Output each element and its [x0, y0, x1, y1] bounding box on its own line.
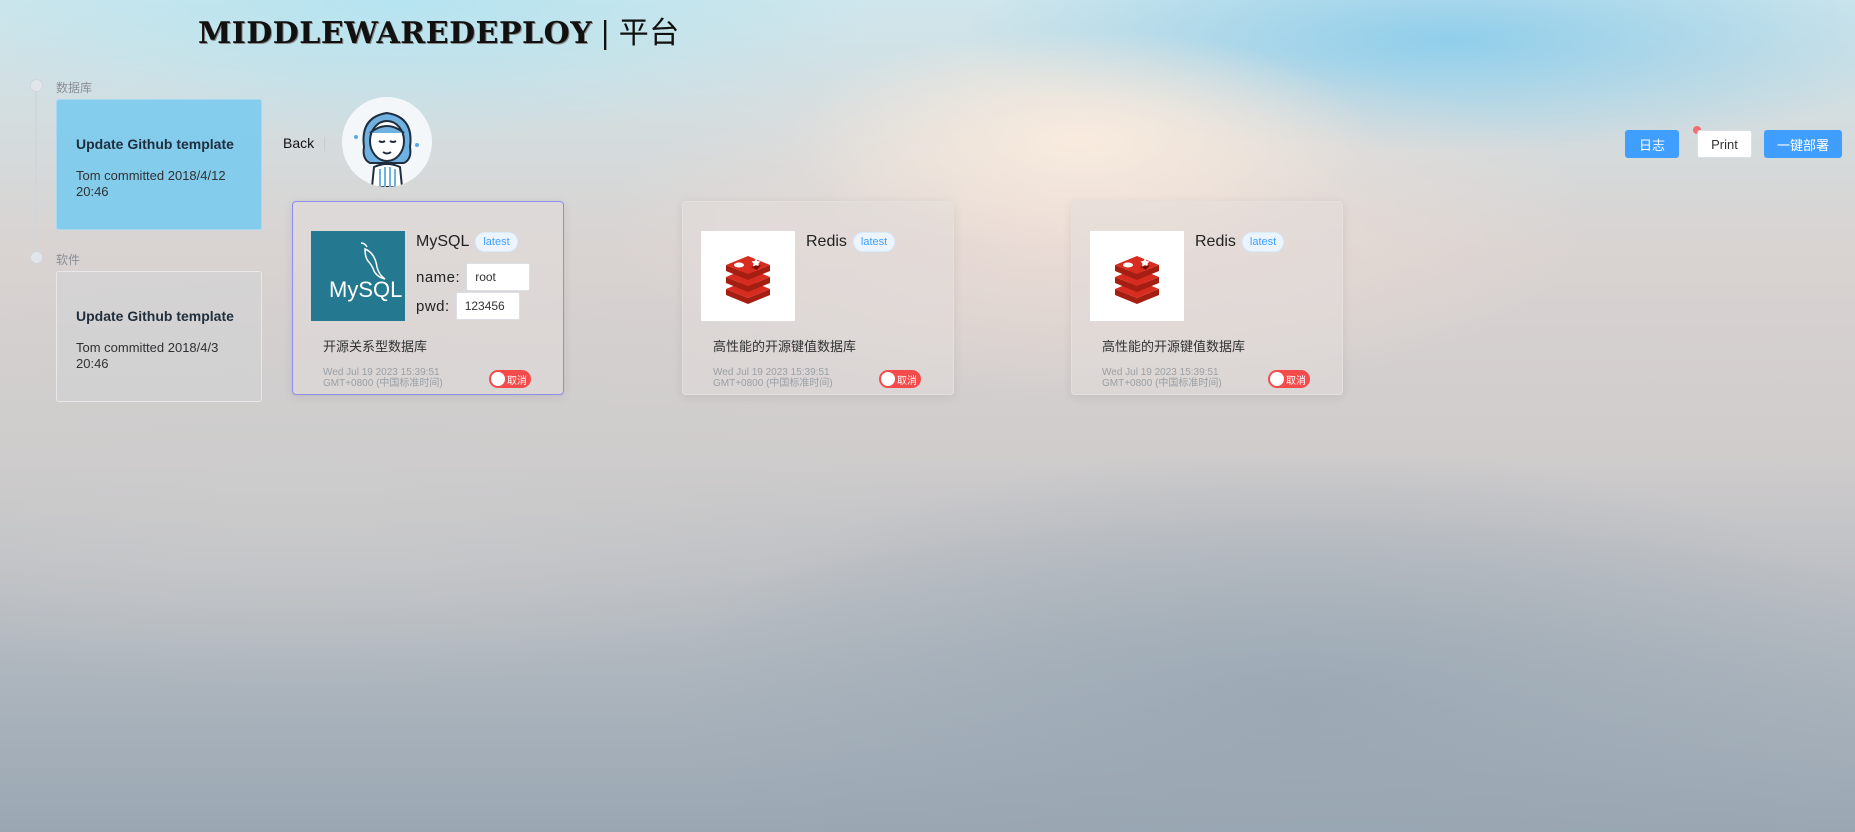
toggle-knob	[881, 372, 895, 386]
one-click-deploy-button[interactable]: 一键部署	[1764, 130, 1842, 158]
toggle-knob	[491, 372, 505, 386]
cancel-toggle[interactable]: 取消	[1268, 370, 1310, 388]
pwd-field-row: pwd:	[416, 292, 520, 320]
service-name: MySQL	[416, 233, 470, 250]
cancel-toggle[interactable]: 取消	[489, 370, 531, 388]
pwd-label: pwd:	[416, 297, 450, 315]
name-input[interactable]	[466, 263, 531, 291]
toggle-label: 取消	[507, 375, 527, 387]
log-button[interactable]: 日志	[1625, 130, 1679, 158]
service-title: Redis latest	[806, 232, 896, 252]
brand-separator: |	[600, 16, 611, 51]
cancel-toggle[interactable]: 取消	[879, 370, 921, 388]
service-card-redis[interactable]: Redis latest 高性能的开源键值数据库 Wed Jul 19 2023…	[1071, 201, 1343, 395]
mysql-logo-text: MySQL	[329, 277, 402, 302]
timeline-card-title: Update Github template	[76, 308, 234, 324]
back-button[interactable]: Back	[283, 135, 314, 151]
timeline-card-title: Update Github template	[76, 136, 234, 152]
version-tag: latest	[1241, 232, 1285, 252]
redis-cube-logo	[1090, 231, 1184, 321]
print-button[interactable]: Print	[1697, 130, 1752, 158]
service-timestamp: Wed Jul 19 2023 15:39:51 GMT+0800 (中国标准时…	[1102, 367, 1222, 389]
service-name: Redis	[1195, 233, 1236, 250]
version-tag: latest	[852, 232, 896, 252]
timeline-line	[35, 86, 37, 256]
name-label: name:	[416, 268, 461, 286]
toggle-knob	[1270, 372, 1284, 386]
service-timestamp: Wed Jul 19 2023 15:39:51 GMT+0800 (中国标准时…	[713, 367, 833, 389]
timeline-card-text: Tom committed 2018/4/3 20:46	[76, 340, 219, 371]
service-title: MySQL latest	[416, 232, 518, 252]
toggle-label: 取消	[1286, 375, 1306, 387]
pwd-input[interactable]	[455, 292, 520, 320]
service-description: 高性能的开源键值数据库	[1102, 339, 1246, 354]
timeline-dot	[30, 251, 43, 264]
name-field-row: name:	[416, 263, 531, 291]
brand-subtitle: 平台	[618, 16, 680, 51]
service-timestamp: Wed Jul 19 2023 15:39:51 GMT+0800 (中国标准时…	[323, 367, 443, 389]
timeline-dot	[30, 79, 43, 92]
service-card-redis[interactable]: Redis latest 高性能的开源键值数据库 Wed Jul 19 2023…	[682, 201, 954, 395]
version-tag: latest	[475, 232, 518, 252]
timeline-card-text: Tom committed 2018/4/12 20:46	[76, 168, 226, 199]
timeline-card-database[interactable]: Update Github template Tom committed 201…	[56, 99, 262, 230]
toggle-label: 取消	[897, 375, 917, 387]
woman-avatar-icon	[342, 97, 432, 187]
brand-title: MIDDLEWAREDEPLOY | 平台	[198, 8, 680, 52]
timeline-label: 软件	[56, 253, 81, 267]
service-card-mysql[interactable]: MySQL MySQL latest name: pwd: 开源关系型数据库 W…	[292, 201, 564, 395]
service-title: Redis latest	[1195, 232, 1285, 252]
mysql-dolphin-logo: MySQL	[311, 231, 405, 321]
service-name: Redis	[806, 233, 847, 250]
service-description: 开源关系型数据库	[323, 339, 428, 354]
redis-cube-logo	[701, 231, 795, 321]
timeline-card-software[interactable]: Update Github template Tom committed 201…	[56, 271, 262, 402]
back-divider	[324, 137, 325, 151]
service-description: 高性能的开源键值数据库	[713, 339, 857, 354]
timeline-label: 数据库	[56, 81, 93, 95]
brand-name: MIDDLEWAREDEPLOY	[198, 16, 593, 51]
